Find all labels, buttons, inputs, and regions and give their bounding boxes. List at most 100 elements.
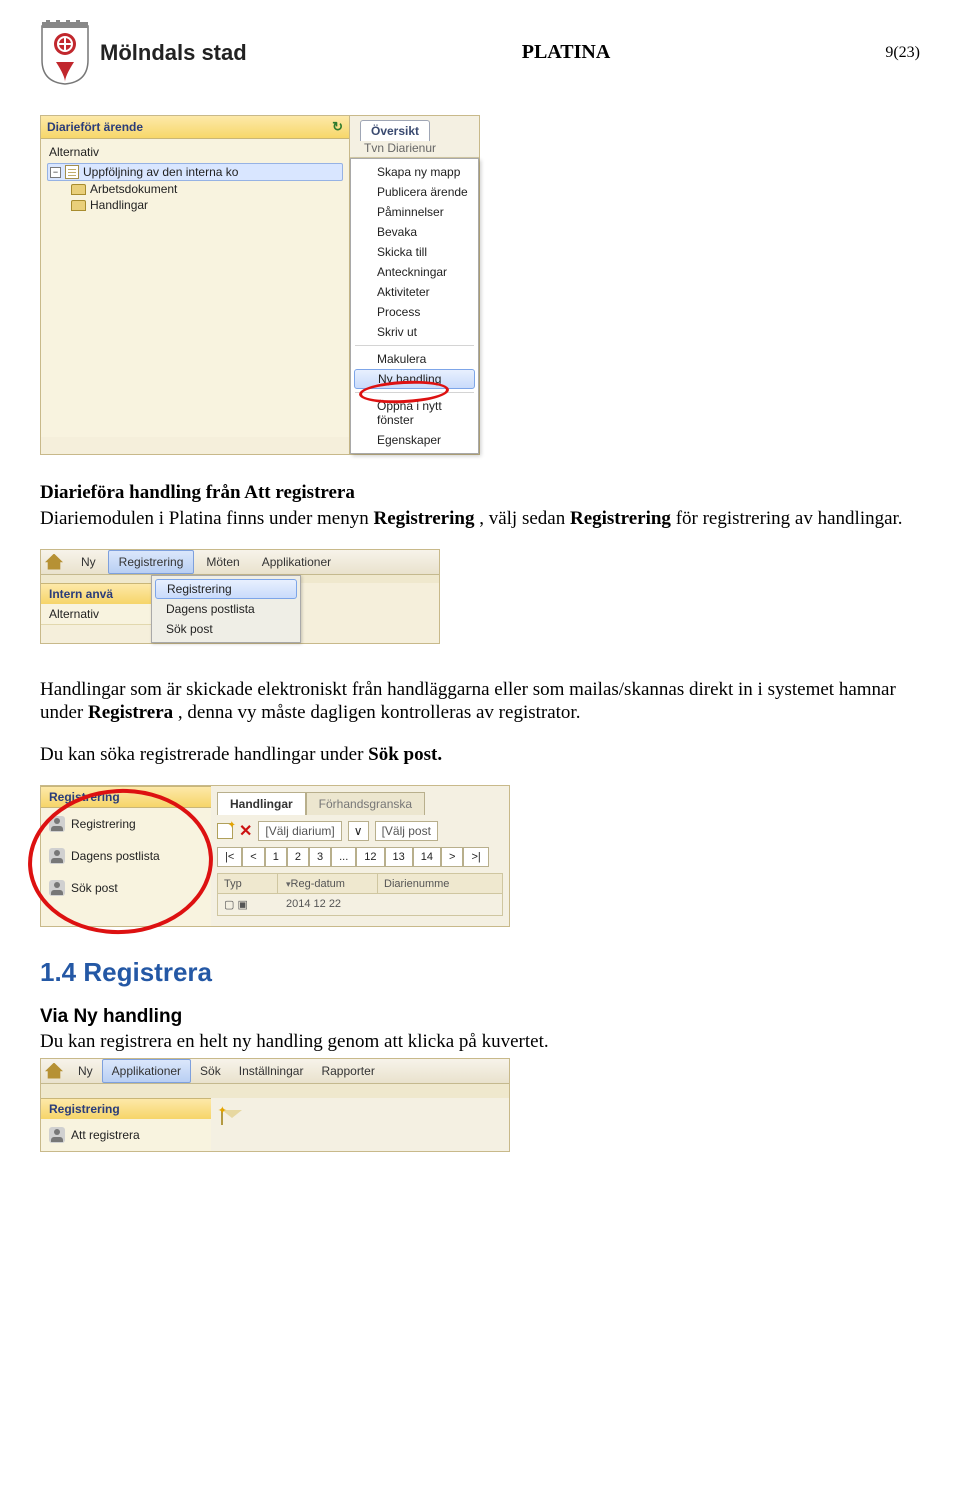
text: , denna vy måste dagligen kontrolleras a… xyxy=(178,702,581,723)
delete-icon[interactable]: ✕ xyxy=(239,821,252,841)
folder-icon xyxy=(71,184,86,195)
col-diarienummer[interactable]: Diarienumme xyxy=(378,874,502,893)
bold-sok-post: Sök post. xyxy=(368,744,442,765)
paragraph-via-ny-handling: Via Ny handling Du kan registrera en hel… xyxy=(40,1006,920,1054)
menu-sok[interactable]: Sök xyxy=(191,1060,230,1082)
menu-item-skapa-ny-mapp[interactable]: Skapa ny mapp xyxy=(351,162,478,182)
cell-date: 2014 12 22 xyxy=(286,898,341,911)
pager: |< < 1 2 3 ... 12 13 14 > >| xyxy=(217,847,503,867)
menu-item-skicka-till[interactable]: Skicka till xyxy=(351,242,478,262)
menu-item-egenskaper[interactable]: Egenskaper xyxy=(351,430,478,450)
alternativ-label[interactable]: Alternativ xyxy=(47,143,343,163)
sidebar-item-dagens-postlista[interactable]: Dagens postlista xyxy=(41,840,211,872)
sidebar-item-label: Dagens postlista xyxy=(71,849,160,863)
search-person-icon xyxy=(49,880,65,896)
menu-item-aktiviteter[interactable]: Aktiviteter xyxy=(351,282,478,302)
pager-next[interactable]: > xyxy=(441,847,463,867)
menu-item-publicera-arende[interactable]: Publicera ärende xyxy=(351,182,478,202)
menu-item-ny-handling[interactable]: Ny handling xyxy=(354,369,475,389)
pager-13[interactable]: 13 xyxy=(385,847,413,867)
tab-oversikt[interactable]: Översikt xyxy=(360,120,430,141)
menu-item-bevaka[interactable]: Bevaka xyxy=(351,222,478,242)
sidebar-item-sok-post[interactable]: Sök post xyxy=(41,872,211,904)
folder-icon xyxy=(71,200,86,211)
home-icon[interactable] xyxy=(45,554,63,570)
person-icon xyxy=(49,1127,65,1143)
chevron-down-icon[interactable]: ∨ xyxy=(348,821,369,841)
text: Du kan söka registrerade handlingar unde… xyxy=(40,744,368,765)
select-diarium[interactable]: [Välj diarium] xyxy=(258,821,341,841)
grid-row[interactable]: ▢ ▣ 2014 12 22 xyxy=(217,894,503,916)
orange-band-intern: Intern anvä xyxy=(41,583,151,604)
text: Du kan registrera en helt ny handling ge… xyxy=(40,1030,920,1054)
sidebar-item-registrering[interactable]: Registrering xyxy=(41,808,211,840)
screenshot-registrering-panel: Registrering Registrering Dagens postlis… xyxy=(40,785,510,927)
band-registrering: Registrering xyxy=(41,1098,211,1119)
menu-registrering[interactable]: Registrering xyxy=(108,550,195,574)
pager-3[interactable]: 3 xyxy=(309,847,331,867)
menu-item-paminnelser[interactable]: Påminnelser xyxy=(351,202,478,222)
pager-first[interactable]: |< xyxy=(217,847,242,867)
tree-item-folder[interactable]: Handlingar xyxy=(47,197,343,213)
person-icon xyxy=(49,848,65,864)
menu-item-makulera[interactable]: Makulera xyxy=(351,349,478,369)
menu-rapporter[interactable]: Rapporter xyxy=(312,1060,383,1082)
pager-2[interactable]: 2 xyxy=(287,847,309,867)
menu-ny[interactable]: Ny xyxy=(69,1060,102,1082)
bold-registrering: Registrering xyxy=(373,508,474,529)
page-header: Mölndals stad PLATINA 9(23) xyxy=(40,20,920,85)
menu-separator xyxy=(355,345,474,346)
tree-item-label: Arbetsdokument xyxy=(90,182,177,196)
menu-applikationer[interactable]: Applikationer xyxy=(102,1059,191,1083)
new-document-icon[interactable] xyxy=(217,823,233,839)
paragraph-heading: Diarieföra handling från Att registrera xyxy=(40,481,920,505)
crest-icon xyxy=(40,20,90,85)
envelope-new-icon[interactable] xyxy=(221,1109,223,1125)
dropdown-item-registrering[interactable]: Registrering xyxy=(155,579,297,599)
document-icon xyxy=(65,165,79,179)
sidebar-item-label: Sök post xyxy=(71,881,118,895)
sidebar-item-att-registrera[interactable]: Att registrera xyxy=(41,1119,211,1151)
doc-title: PLATINA xyxy=(522,41,611,64)
refresh-icon[interactable]: ↻ xyxy=(332,119,343,135)
menu-item-skriv-ut[interactable]: Skriv ut xyxy=(351,322,478,342)
menu-item-anteckningar[interactable]: Anteckningar xyxy=(351,262,478,282)
row-alternativ[interactable]: Alternativ xyxy=(41,604,151,625)
menu-item-oppna-nytt-fonster[interactable]: Öppna i nytt fönster xyxy=(351,396,478,430)
paragraph-handlingar: Handlingar som är skickade elektroniskt … xyxy=(40,678,920,726)
tree-item-folder[interactable]: Arbetsdokument xyxy=(47,181,343,197)
dropdown-item-sok-post[interactable]: Sök post xyxy=(152,619,300,639)
select-post[interactable]: [Välj post xyxy=(375,821,438,841)
tab-handlingar[interactable]: Handlingar xyxy=(217,792,306,815)
menu-moten[interactable]: Möten xyxy=(196,551,249,573)
col-reg-datum[interactable]: ▾Reg-datum xyxy=(278,874,378,893)
text: Diariemodulen i Platina finns under meny… xyxy=(40,508,373,529)
person-icon xyxy=(49,816,65,832)
col-typ[interactable]: Typ xyxy=(218,874,278,893)
menu-item-process[interactable]: Process xyxy=(351,302,478,322)
panel-title: Diariefört ärende xyxy=(47,120,143,134)
tree-item-selected[interactable]: − Uppföljning av den interna ko xyxy=(47,163,343,181)
org-logo-block: Mölndals stad xyxy=(40,20,247,85)
sidebar-item-label: Att registrera xyxy=(71,1128,140,1142)
menu-applikationer[interactable]: Applikationer xyxy=(252,551,341,573)
menu-installningar[interactable]: Inställningar xyxy=(230,1060,313,1082)
menu-ny[interactable]: Ny xyxy=(71,551,106,573)
dropdown-item-dagens-postlista[interactable]: Dagens postlista xyxy=(152,599,300,619)
text: , välj sedan xyxy=(479,508,570,529)
pager-last[interactable]: >| xyxy=(463,847,488,867)
tree-item-label: Uppföljning av den interna ko xyxy=(83,165,238,179)
paragraph-sok-post: Du kan söka registrerade handlingar unde… xyxy=(40,743,920,767)
home-icon[interactable] xyxy=(45,1063,63,1079)
page-number: 9(23) xyxy=(885,44,920,62)
pager-1[interactable]: 1 xyxy=(265,847,287,867)
pager-14[interactable]: 14 xyxy=(413,847,441,867)
pager-12[interactable]: 12 xyxy=(356,847,384,867)
pager-prev[interactable]: < xyxy=(242,847,264,867)
collapse-icon[interactable]: − xyxy=(50,167,61,178)
paragraph-diariefora: Diarieföra handling från Att registrera … xyxy=(40,481,920,531)
screenshot-registrering-menu: Ny Registrering Möten Applikationer Inte… xyxy=(40,549,440,644)
sidebar-item-label: Registrering xyxy=(71,817,136,831)
tab-forhandsgranska[interactable]: Förhandsgranska xyxy=(306,792,425,815)
bold-registrering: Registrering xyxy=(570,508,671,529)
